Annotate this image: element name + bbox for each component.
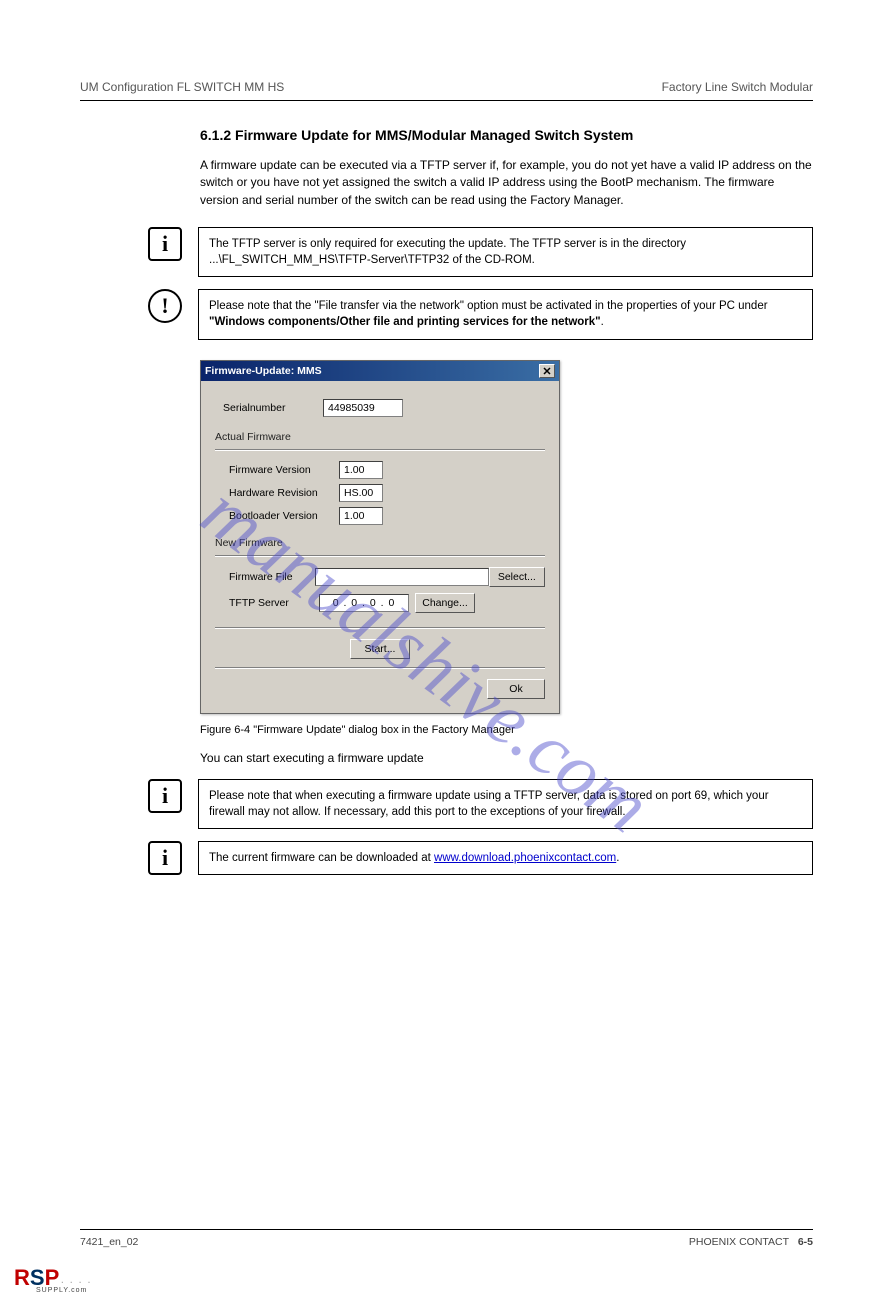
dialog-title: Firmware-Update: MMS [205,365,539,377]
hw-rev-field: HS.00 [339,484,383,502]
note-box-windows-component: Please note that the "File transfer via … [198,289,813,339]
note4-suffix: . [616,852,619,864]
after-figure-text: You can start executing a firmware updat… [200,750,813,767]
note2-bold: "Windows components/Other file and print… [209,316,601,328]
fw-version-row: Firmware Version 1.00 [215,461,545,479]
download-link[interactable]: www.download.phoenixcontact.com [434,852,616,864]
select-button[interactable]: Select... [489,567,545,587]
note-row-4: i The current firmware can be downloaded… [200,841,813,875]
header-rule [80,100,813,101]
note-row-2: ! Please note that the "File transfer vi… [200,289,813,339]
note-row-3: i Please note that when executing a firm… [200,779,813,829]
firmware-file-field[interactable] [315,568,488,586]
hw-rev-row: Hardware Revision HS.00 [215,484,545,502]
caution-icon: ! [148,289,182,323]
note-row-1: i The TFTP server is only required for e… [200,227,813,277]
group-rule-3 [215,627,545,629]
footer-doc: 7421_en_02 [80,1236,138,1248]
dialog-body: Serialnumber 44985039 Actual Firmware Fi… [201,381,559,713]
group-rule-4 [215,667,545,669]
start-button[interactable]: Start... [350,639,410,659]
page-container: UM Configuration FL SWITCH MM HS Factory… [0,0,893,927]
logo-subtext: SUPPLY.com [36,1287,93,1294]
firmware-update-dialog: Firmware-Update: MMS Serialnumber 449850… [200,360,560,714]
hw-rev-label: Hardware Revision [229,487,339,499]
group-rule-1 [215,449,545,451]
ok-button[interactable]: Ok [487,679,545,699]
close-button[interactable] [539,364,555,378]
page-header: UM Configuration FL SWITCH MM HS Factory… [80,80,813,94]
intro-paragraph: A firmware update can be executed via a … [200,157,813,209]
figure-block: Firmware-Update: MMS Serialnumber 449850… [200,360,813,736]
section-title: 6.1.2 Firmware Update for MMS/Modular Ma… [200,127,813,143]
content-column: 6.1.2 Firmware Update for MMS/Modular Ma… [200,127,813,875]
header-right: Factory Line Switch Modular [662,80,813,94]
info-icon: i [148,779,182,813]
figure-caption: Figure 6-4 "Firmware Update" dialog box … [200,724,813,736]
fw-version-field: 1.00 [339,461,383,479]
serial-row: Serialnumber 44985039 [223,399,545,417]
dialog-footer: Ok [215,679,545,699]
info-icon: i [148,841,182,875]
tftp-row: TFTP Server 0 . 0 . 0 . 0 Change... [229,593,545,613]
new-firmware-group-label: New Firmware [215,537,545,549]
tftp-ip-field[interactable]: 0 . 0 . 0 . 0 [319,594,409,612]
note2-prefix: Please note that the "File transfer via … [209,300,768,312]
logo-letter-r: R [14,1265,30,1291]
footer-page: 6-5 [798,1236,813,1248]
boot-field: 1.00 [339,507,383,525]
serial-label: Serialnumber [223,402,323,414]
change-button[interactable]: Change... [415,593,475,613]
serial-field: 44985039 [323,399,403,417]
boot-row: Bootloader Version 1.00 [215,507,545,525]
note-box-tftp-dir: The TFTP server is only required for exe… [198,227,813,277]
note-box-download: The current firmware can be downloaded a… [198,841,813,875]
group-rule-2 [215,555,545,557]
page-footer: 7421_en_02 PHOENIX CONTACT 6-5 [80,1229,813,1248]
footer-rule [80,1229,813,1230]
note-box-port69: Please note that when executing a firmwa… [198,779,813,829]
firmware-file-label: Firmware File [229,571,315,583]
note2-suffix: . [601,316,604,328]
footer-company: PHOENIX CONTACT [689,1236,789,1248]
brand-logo: RSP · · · · SUPPLY.com [14,1265,93,1294]
dialog-titlebar: Firmware-Update: MMS [201,361,559,381]
actual-firmware-group-label: Actual Firmware [215,431,545,443]
header-left: UM Configuration FL SWITCH MM HS [80,80,284,94]
tftp-label: TFTP Server [229,597,319,609]
logo-dots-icon: · · · · [61,1278,92,1287]
note4-text: The current firmware can be downloaded a… [209,852,434,864]
fw-version-label: Firmware Version [229,464,339,476]
boot-label: Bootloader Version [229,510,339,522]
info-icon: i [148,227,182,261]
close-icon [543,367,551,375]
firmware-file-row: Firmware File Select... [229,567,545,587]
